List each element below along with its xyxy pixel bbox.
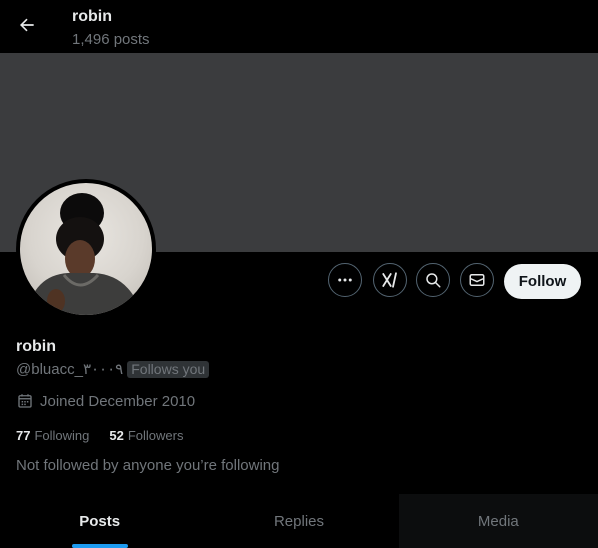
tab-label: Media — [477, 512, 519, 530]
tab-posts[interactable]: Posts — [0, 494, 199, 548]
profile-handle: @bluacc_٣٠٠٠٩ — [16, 361, 124, 378]
more-icon — [338, 278, 352, 282]
more-button[interactable] — [328, 263, 362, 297]
followers-link[interactable]: 52 Followers — [109, 428, 183, 443]
search-icon — [426, 273, 441, 288]
avatar[interactable] — [16, 179, 156, 319]
active-tab-indicator — [71, 544, 128, 548]
back-button[interactable] — [14, 12, 40, 38]
follow-button[interactable]: Follow — [504, 264, 581, 299]
follow-counts: 77 Following 52 Followers — [16, 428, 203, 443]
tab-replies[interactable]: Replies — [199, 494, 398, 548]
follows-you-badge: Follows you — [127, 360, 210, 378]
top-bar: robin 1,496 posts — [0, 0, 598, 53]
followers-label: Followers — [127, 428, 184, 443]
search-button[interactable] — [416, 263, 450, 297]
post-count: 1,496 posts — [72, 31, 150, 48]
avatar-photo — [20, 183, 152, 315]
message-icon — [469, 274, 485, 286]
profile-tabs: Posts Replies Media — [0, 494, 598, 548]
page-title: robin — [72, 8, 112, 25]
grok-icon — [382, 272, 397, 288]
grok-button[interactable] — [373, 263, 407, 297]
not-followed-text: Not followed by anyone you’re following — [16, 457, 280, 474]
joined-date: Joined December 2010 — [40, 392, 196, 410]
followers-count: 52 — [109, 428, 124, 443]
calendar-icon — [18, 394, 32, 408]
following-link[interactable]: 77 Following — [16, 428, 89, 443]
profile-name: robin — [16, 338, 56, 355]
tab-label: Posts — [79, 512, 121, 530]
handle-row: @bluacc_٣٠٠٠٩ Follows you — [16, 360, 210, 378]
following-label: Following — [34, 428, 90, 443]
joined-row: Joined December 2010 — [16, 392, 195, 410]
back-arrow-icon — [20, 18, 34, 32]
following-count: 77 — [16, 428, 31, 443]
tab-label: Replies — [273, 512, 324, 530]
message-button[interactable] — [460, 263, 494, 297]
tab-media[interactable]: Media — [398, 494, 598, 548]
